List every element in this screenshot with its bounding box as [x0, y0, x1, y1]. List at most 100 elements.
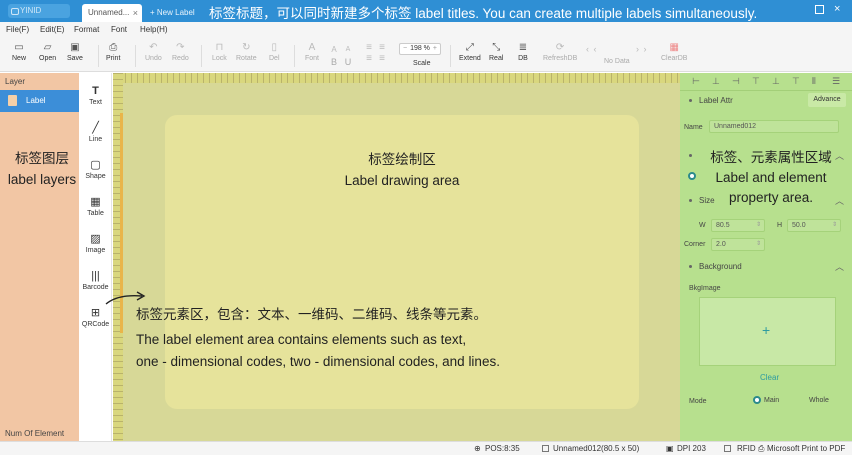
record-status: No Data [604, 58, 630, 65]
distribute-h-icon[interactable]: ⫴ [812, 76, 816, 87]
mode-main-radio[interactable] [753, 396, 761, 404]
toolbar-divider [450, 45, 451, 67]
qrcode-icon: ⊞ [90, 307, 101, 319]
align-left-icon: ≡ [366, 42, 372, 53]
open-button[interactable]: ▱ Open [39, 43, 56, 63]
align-left-button[interactable]: ≡ ≡ [364, 43, 374, 66]
lock-icon: ⊓ [215, 42, 224, 53]
property-panel: ⊢ ⊥ ⊣ ⊤ ⊥ ⊤ ⫴ ☰ Label Attr Name Unnamed0… [680, 73, 852, 441]
underline-button[interactable]: AU [343, 45, 353, 67]
clear-db-button[interactable]: ▦ ClearDB [661, 43, 687, 63]
font-size-up-icon: A [331, 45, 337, 54]
design-canvas[interactable]: 标签绘制区 Label drawing area [113, 73, 680, 441]
align-right-button[interactable]: ≡ ≡ [377, 43, 387, 66]
cursor-icon: ⊕ [474, 444, 481, 453]
shape-icon: ▢ [90, 159, 101, 171]
printer-icon: ⎙ [758, 444, 765, 453]
image-icon: ▨ [90, 233, 101, 245]
close-window-icon[interactable]: × [834, 4, 843, 15]
mode-whole-label[interactable]: Whole [809, 397, 829, 404]
close-icon[interactable]: × [133, 4, 138, 22]
align-middle-icon[interactable]: ⊥ [772, 76, 780, 87]
tool-table[interactable]: ▦ Table [79, 196, 112, 217]
label-layer-icon [8, 95, 17, 106]
radio-selected-icon[interactable] [688, 172, 696, 180]
lock-button[interactable]: ⊓ Lock [212, 42, 227, 63]
corner-field[interactable]: 2.0 ⇕ [711, 238, 765, 251]
toolbar-divider [135, 45, 136, 67]
refresh-db-button[interactable]: ⟳ RefreshDB [543, 43, 577, 63]
zoom-input[interactable]: − 198 % + [399, 43, 441, 55]
height-label: H [777, 222, 783, 229]
title-bar: YINID Unnamed... × + New Label 标签标题，可以同时… [0, 0, 852, 22]
height-field[interactable]: 50.0 ⇕ [787, 219, 841, 232]
maximize-icon[interactable] [815, 5, 824, 14]
layer-item-label[interactable]: Label [0, 90, 79, 112]
annotation-canvas: 标签绘制区 Label drawing area [344, 152, 460, 188]
extend-button[interactable]: ⤢ Extend [459, 43, 481, 63]
align-left-edge-icon[interactable]: ⊢ [692, 76, 700, 87]
tool-line[interactable]: ╱ Line [79, 122, 112, 143]
tab-unnamed[interactable]: Unnamed... × [82, 4, 142, 22]
stepper-icon[interactable]: ⇕ [756, 220, 761, 231]
element-count-label: Num Of Element [5, 429, 65, 438]
tool-barcode[interactable]: ||| Barcode [79, 270, 112, 291]
align-right-edge-icon[interactable]: ⊣ [732, 76, 740, 87]
distribute-v-icon[interactable]: ☰ [832, 76, 840, 87]
tool-shape[interactable]: ▢ Shape [79, 159, 112, 180]
alignment-toolbar: ⊢ ⊥ ⊣ ⊤ ⊥ ⊤ ⫴ ☰ [680, 73, 852, 91]
rfid-checkbox[interactable] [724, 445, 731, 452]
clear-button[interactable]: Clear [760, 373, 779, 382]
annotation-properties: 标签、元素属性区域 Label and element property are… [710, 150, 832, 205]
font-button[interactable]: A Font [305, 43, 319, 63]
print-button[interactable]: ⎙ Print [106, 43, 120, 63]
new-label-tab[interactable]: + New Label [146, 4, 199, 22]
new-button[interactable]: ▭ New [12, 43, 26, 63]
prev-record-icon[interactable]: ‹ ‹ [586, 44, 598, 54]
advance-button[interactable]: Advance [808, 93, 846, 107]
tool-image[interactable]: ▨ Image [79, 233, 112, 254]
background-section[interactable]: Background ︿ [680, 259, 852, 275]
menu-edit[interactable]: Edit(E) [40, 25, 64, 34]
width-field[interactable]: 80.5 ⇕ [711, 219, 765, 232]
menu-file[interactable]: File(F) [6, 25, 29, 34]
stepper-icon[interactable]: ⇕ [756, 239, 761, 250]
annotation-layers: 标签图层 label layers [7, 151, 77, 187]
menu-font[interactable]: Font [111, 25, 127, 34]
annotation-title-bar: 标签标题，可以同时新建多个标签 label titles. You can cr… [209, 6, 758, 21]
section-dot-icon [689, 265, 692, 268]
menu-format[interactable]: Format [74, 25, 99, 34]
next-record-icon[interactable]: › › [636, 44, 648, 54]
undo-button[interactable]: ↶ Undo [145, 43, 162, 63]
section-dot-icon [689, 99, 692, 102]
bold-button[interactable]: AB [329, 45, 339, 67]
align-bottom-icon[interactable]: ⊤ [792, 76, 800, 87]
align-justify-icon: ≡ [366, 53, 372, 64]
tool-text[interactable]: T Text [79, 85, 112, 106]
redo-button[interactable]: ↷ Redo [172, 43, 189, 63]
toolbar-divider [98, 45, 99, 67]
rfid-label: RFID [737, 444, 756, 453]
align-right-icon: ≡ [379, 42, 385, 53]
delete-button[interactable]: ▯ Del [269, 43, 280, 63]
barcode-icon: ||| [91, 270, 100, 282]
line-icon: ╱ [92, 122, 99, 134]
printer-name[interactable]: Microsoft Print to PDF [767, 444, 845, 453]
align-top-icon[interactable]: ⊤ [752, 76, 760, 87]
real-size-button[interactable]: ⤡ Real [489, 43, 503, 63]
zoom-plus-icon[interactable]: + [433, 44, 437, 54]
stepper-icon[interactable]: ⇕ [832, 220, 837, 231]
table-icon: ▦ [90, 196, 101, 208]
name-field[interactable]: Unnamed012 [709, 120, 839, 133]
element-toolbox: T Text ╱ Line ▢ Shape ▦ Table ▨ Image ||| Barc… [79, 73, 112, 441]
menu-help[interactable]: Help(H) [140, 25, 168, 34]
save-button[interactable]: ▣ Save [67, 43, 83, 63]
db-button[interactable]: ≣ DB [518, 43, 528, 63]
tool-qrcode[interactable]: ⊞ QRCode [79, 307, 112, 328]
horizontal-ruler[interactable] [113, 73, 680, 83]
align-center-v-icon[interactable]: ⊥ [712, 76, 720, 87]
rotate-button[interactable]: ↻ Rotate [236, 43, 257, 63]
zoom-minus-icon[interactable]: − [403, 44, 407, 54]
background-image-upload[interactable]: + [699, 297, 836, 366]
chevron-up-icon[interactable]: ︿ [835, 260, 844, 273]
